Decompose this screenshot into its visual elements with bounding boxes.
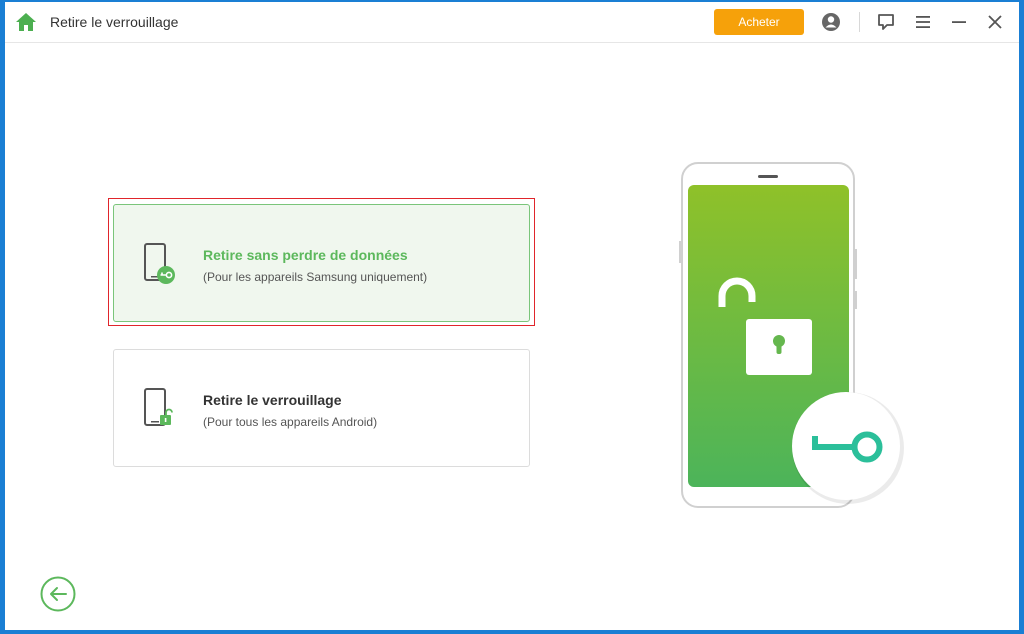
app-title: Retire le verrouillage — [50, 14, 179, 30]
phone-unlock-illustration — [679, 162, 904, 508]
phone-unlock-icon — [144, 388, 173, 426]
account-icon[interactable] — [821, 12, 841, 32]
option-title: Retire le verrouillage — [203, 392, 342, 408]
buy-button[interactable]: Acheter — [714, 9, 804, 35]
app-window: Retire le verrouillage Acheter Retire sa… — [5, 2, 1019, 630]
feedback-icon[interactable] — [876, 12, 896, 32]
home-icon[interactable] — [15, 11, 37, 33]
close-icon[interactable] — [985, 12, 1005, 32]
back-button[interactable] — [40, 576, 76, 612]
minimize-icon[interactable] — [949, 12, 969, 32]
phone-key-icon — [144, 243, 175, 284]
option-subtitle: (Pour tous les appareils Android) — [203, 415, 378, 429]
option-card-remove-lock[interactable]: Retire le verrouillage (Pour tous les ap… — [113, 349, 530, 467]
option-title: Retire sans perdre de données — [203, 247, 408, 263]
option-subtitle: (Pour les appareils Samsung uniquement) — [203, 270, 428, 284]
title-bar: Retire le verrouillage Acheter — [5, 2, 1019, 43]
option-card-no-data-loss[interactable]: Retire sans perdre de données (Pour les … — [113, 204, 530, 322]
menu-icon[interactable] — [913, 12, 933, 32]
titlebar-divider — [859, 12, 860, 32]
